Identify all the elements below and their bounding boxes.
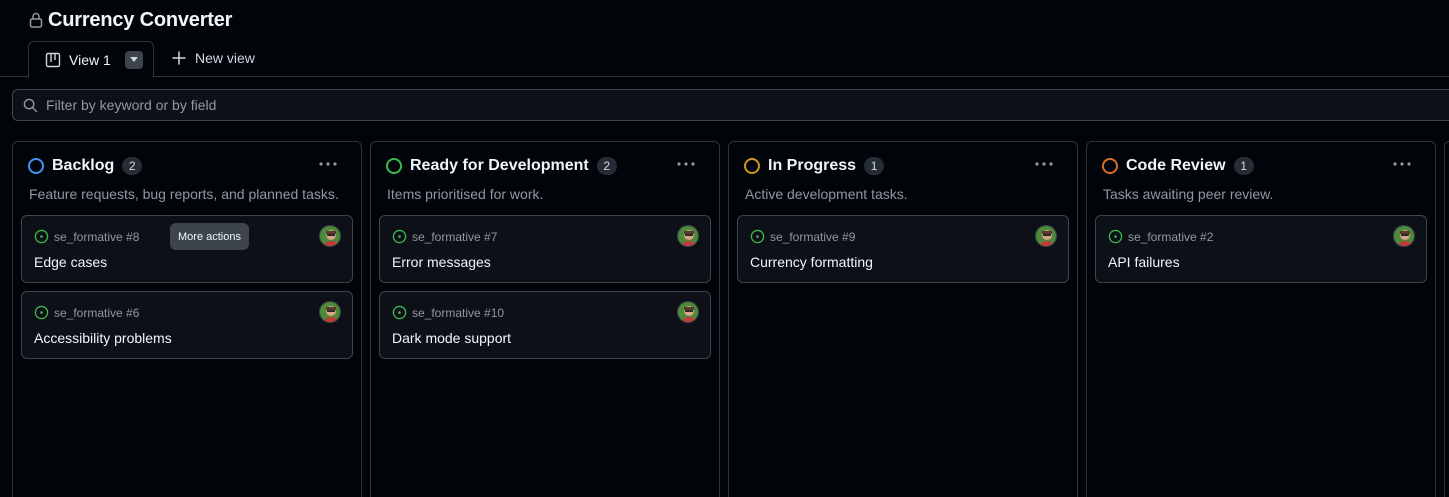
column-header: Backlog 2 — [28, 157, 143, 175]
card-ref-text[interactable]: se_formative #2 — [1128, 230, 1213, 244]
card-ref: se_formative #8 — [34, 229, 139, 244]
issue-card[interactable]: se_formative #10 Dark mode support — [379, 291, 711, 359]
card-title[interactable]: Accessibility problems — [34, 330, 172, 346]
count-badge: 2 — [122, 157, 143, 175]
status-circle-icon — [386, 158, 402, 174]
kebab-horizontal-icon — [677, 162, 695, 166]
column-description: Feature requests, bug reports, and plann… — [29, 186, 339, 202]
card-title[interactable]: Error messages — [392, 254, 491, 270]
card-title[interactable]: Edge cases — [34, 254, 107, 270]
column-header: Code Review 1 — [1102, 157, 1254, 175]
card-ref: se_formative #9 — [750, 229, 855, 244]
issue-open-icon — [750, 229, 765, 244]
avatar[interactable] — [1393, 225, 1415, 247]
column-backlog: Backlog 2 Feature requests, bug reports,… — [12, 141, 362, 497]
issue-open-icon — [34, 229, 49, 244]
card-title[interactable]: Dark mode support — [392, 330, 511, 346]
column-menu-button[interactable] — [317, 156, 339, 172]
column-name: Code Review — [1126, 157, 1226, 174]
count-badge: 1 — [864, 157, 885, 175]
status-circle-icon — [1102, 158, 1118, 174]
card-ref-text[interactable]: se_formative #9 — [770, 230, 855, 244]
page-header: Currency Converter — [29, 6, 232, 34]
search-icon — [23, 98, 38, 113]
card-ref: se_formative #6 — [34, 305, 139, 320]
issue-open-icon — [392, 229, 407, 244]
avatar[interactable] — [319, 301, 341, 323]
card-ref-text[interactable]: se_formative #7 — [412, 230, 497, 244]
issue-open-icon — [392, 305, 407, 320]
count-badge: 2 — [596, 157, 617, 175]
more-actions-tooltip: More actions — [170, 223, 249, 250]
issue-card[interactable]: se_formative #2 API failures — [1095, 215, 1427, 283]
view-options-button[interactable] — [124, 50, 143, 69]
card-ref: se_formative #2 — [1108, 229, 1213, 244]
column-description: Tasks awaiting peer review. — [1103, 186, 1274, 202]
count-badge: 1 — [1233, 157, 1254, 175]
column-name: In Progress — [768, 157, 857, 174]
column-name: Ready for Development — [410, 157, 589, 174]
column-menu-button[interactable] — [675, 156, 697, 172]
issue-card[interactable]: se_formative #7 Error messages — [379, 215, 711, 283]
kebab-horizontal-icon — [1035, 162, 1053, 166]
new-view-button[interactable]: New view — [172, 50, 255, 66]
status-circle-icon — [744, 158, 760, 174]
column-description: Active development tasks. — [745, 186, 908, 202]
board-icon — [45, 52, 61, 68]
filter-input[interactable] — [46, 97, 646, 113]
column-header: In Progress 1 — [744, 157, 885, 175]
card-ref-text[interactable]: se_formative #6 — [54, 306, 139, 320]
issue-card[interactable]: se_formative #9 Currency formatting — [737, 215, 1069, 283]
avatar[interactable] — [319, 225, 341, 247]
column-code-review: Code Review 1 Tasks awaiting peer review… — [1086, 141, 1436, 497]
column-ready-for-development: Ready for Development 2 Items prioritise… — [370, 141, 720, 497]
view-tabs: View 1 New view — [0, 40, 1449, 78]
column-menu-button[interactable] — [1391, 156, 1413, 172]
column-menu-button[interactable] — [1033, 156, 1055, 172]
status-circle-icon — [28, 158, 44, 174]
avatar[interactable] — [1035, 225, 1057, 247]
issue-card[interactable]: se_formative #6 Accessibility problems — [21, 291, 353, 359]
triangle-down-icon — [129, 57, 138, 62]
column-description: Items prioritised for work. — [387, 186, 544, 202]
kebab-horizontal-icon — [319, 162, 337, 166]
card-ref: se_formative #10 — [392, 305, 504, 320]
card-ref-text[interactable]: se_formative #8 — [54, 230, 139, 244]
issue-open-icon — [34, 305, 49, 320]
new-view-label: New view — [195, 50, 255, 66]
card-title[interactable]: API failures — [1108, 254, 1180, 270]
tab-label: View 1 — [69, 51, 111, 68]
project-board: Currency Converter View 1 New view Filte… — [0, 0, 1449, 497]
card-ref: se_formative #7 — [392, 229, 497, 244]
column-in-progress: In Progress 1 Active development tasks. … — [728, 141, 1078, 497]
card-title[interactable]: Currency formatting — [750, 254, 873, 270]
column-next-partial — [1444, 141, 1449, 497]
kebab-horizontal-icon — [1393, 162, 1411, 166]
tab-view-1[interactable]: View 1 — [28, 41, 154, 78]
plus-icon — [172, 51, 186, 65]
filter-bar — [12, 89, 1449, 121]
issue-open-icon — [1108, 229, 1123, 244]
lock-icon — [29, 12, 43, 28]
avatar[interactable] — [677, 225, 699, 247]
avatar[interactable] — [677, 301, 699, 323]
page-title: Currency Converter — [48, 8, 233, 31]
card-ref-text[interactable]: se_formative #10 — [412, 306, 504, 320]
column-name: Backlog — [52, 157, 115, 174]
column-header: Ready for Development 2 — [386, 157, 617, 175]
